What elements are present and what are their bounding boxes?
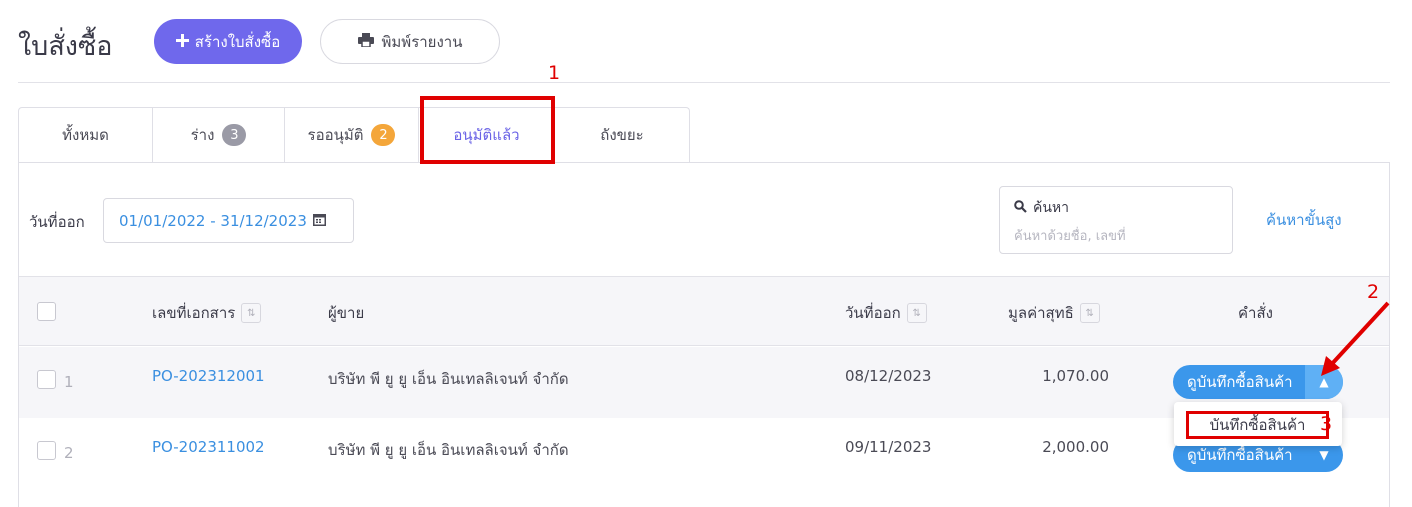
date-range-value: 01/01/2022 - 31/12/2023	[119, 211, 307, 230]
search-label: ค้นหา	[1033, 200, 1070, 216]
dropdown-item-purchase-record[interactable]: บันทึกซื้อสินค้า	[1186, 411, 1329, 439]
tab-pending[interactable]: รออนุมัติ 2	[285, 108, 419, 162]
doc-number-link[interactable]: PO-202311002	[152, 438, 265, 456]
search-placeholder: ค้นหาด้วยชื่อ, เลขที่	[1014, 229, 1126, 244]
action-label: ดูบันทึกซื้อสินค้า	[1187, 446, 1293, 464]
annotation-arrow-icon	[1321, 301, 1390, 376]
sort-icon[interactable]: ⇅	[241, 303, 262, 323]
printer-icon	[357, 32, 374, 51]
sort-icon[interactable]: ⇅	[906, 303, 927, 323]
print-report-button[interactable]: พิมพ์รายงาน	[320, 19, 500, 64]
draft-count-badge: 3	[222, 124, 247, 146]
issue-date: 08/12/2023	[845, 367, 932, 385]
column-amount[interactable]: มูลค่าสุทธิ ⇅	[1008, 301, 1100, 325]
row-number: 2	[64, 444, 74, 462]
date-range-input[interactable]: 01/01/2022 - 31/12/2023	[103, 198, 354, 243]
net-amount: 1,070.00	[1042, 367, 1109, 385]
net-amount: 2,000.00	[1042, 438, 1109, 456]
annotation-highlight-box	[420, 96, 555, 164]
search-input[interactable]: ค้นหา ค้นหาด้วยชื่อ, เลขที่	[999, 186, 1233, 254]
date-filter-label: วันที่ออก	[29, 213, 85, 231]
orders-panel: วันที่ออก 01/01/2022 - 31/12/2023 ค้นหา …	[18, 162, 1390, 507]
action-dropdown-menu: บันทึกซื้อสินค้า	[1174, 402, 1342, 446]
column-actions: คำสั่ง	[1238, 304, 1273, 322]
tab-draft[interactable]: ร่าง 3	[153, 108, 285, 162]
column-vendor: ผู้ขาย	[328, 304, 365, 322]
status-tabs: ทั้งหมด ร่าง 3 รออนุมัติ 2 อนุมัติแล้ว ถ…	[18, 107, 690, 162]
column-date[interactable]: วันที่ออก ⇅	[845, 301, 927, 325]
vendor-name: บริษัท พี ยู ยู เอ็น อินเทลลิเจนท์ จำกัด	[328, 370, 569, 388]
action-label: ดูบันทึกซื้อสินค้า	[1187, 373, 1293, 391]
table-header: เลขที่เอกสาร ⇅ ผู้ขาย วันที่ออก ⇅ มูลค่า…	[19, 276, 1389, 346]
column-doc-no[interactable]: เลขที่เอกสาร ⇅	[152, 301, 262, 325]
row-checkbox[interactable]	[37, 370, 56, 389]
tab-all[interactable]: ทั้งหมด	[19, 108, 153, 162]
tab-label: รออนุมัติ	[307, 126, 364, 144]
row-checkbox[interactable]	[37, 441, 56, 460]
print-report-label: พิมพ์รายงาน	[381, 32, 463, 51]
tab-trash[interactable]: ถังขยะ	[555, 108, 689, 162]
create-order-label: สร้างใบสั่งซื้อ	[194, 32, 281, 51]
select-all-checkbox[interactable]	[37, 302, 56, 321]
advanced-search-link[interactable]: ค้นหาขั้นสูง	[1266, 208, 1342, 232]
calendar-icon	[312, 212, 326, 230]
plus-icon	[175, 33, 189, 51]
issue-date: 09/11/2023	[845, 438, 932, 456]
create-order-button[interactable]: สร้างใบสั่งซื้อ	[154, 19, 302, 64]
row-number: 1	[64, 373, 74, 391]
search-icon	[1014, 199, 1027, 217]
tab-label: ทั้งหมด	[62, 126, 109, 144]
annotation-number: 1	[548, 62, 561, 84]
header-divider	[18, 82, 1390, 83]
sort-icon[interactable]: ⇅	[1079, 303, 1100, 323]
pending-count-badge: 2	[371, 124, 396, 146]
annotation-number: 3	[1320, 413, 1333, 435]
doc-number-link[interactable]: PO-202312001	[152, 367, 265, 385]
page-title: ใบสั่งซื้อ	[18, 31, 113, 62]
tab-label: ถังขยะ	[600, 126, 644, 144]
tab-label: ร่าง	[190, 126, 215, 144]
vendor-name: บริษัท พี ยู ยู เอ็น อินเทลลิเจนท์ จำกัด	[328, 441, 569, 459]
